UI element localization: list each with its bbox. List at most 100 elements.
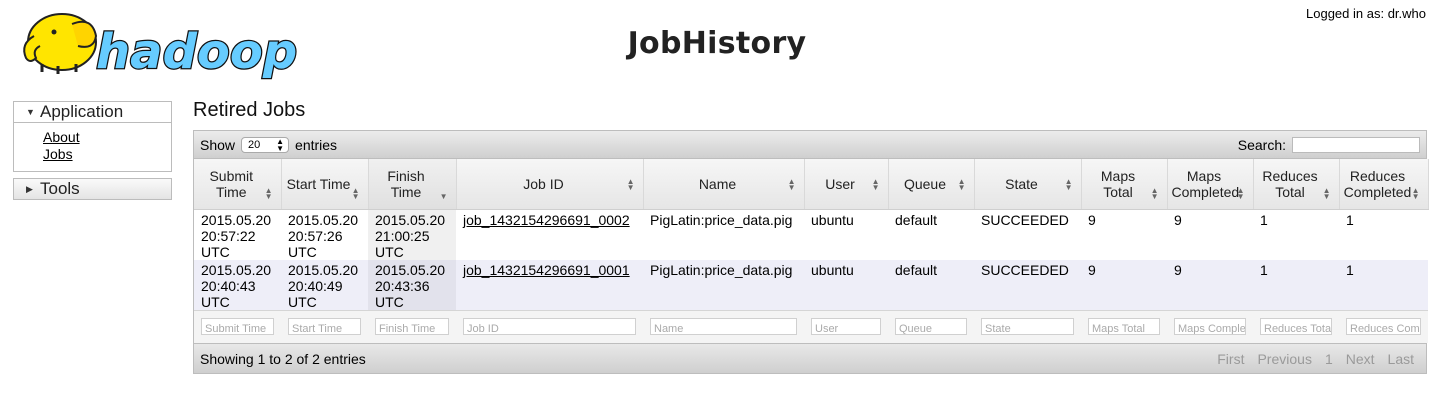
filter-name-input[interactable]: Name [650,317,797,335]
table-header-row: Submit Time ▲ ▼ Start Time ▲ ▼ Finish Time ▼ … [194,159,1429,210]
nav-head-application[interactable]: ▼ Application [14,102,171,122]
pager-next-button[interactable]: Next [1346,351,1375,367]
show-label: Show [200,136,236,153]
filter-maps-total-input[interactable]: Maps Total [1088,317,1160,335]
cell-maps-total: 9 [1081,209,1167,260]
job-id-link[interactable]: job_1432154296691_0001 [463,262,630,278]
filter-start-time-input[interactable]: Start Time [288,317,361,335]
cell-finish-time: 2015.05.20 20:43:36 UTC [368,259,456,310]
cell-user: ubuntu [804,259,888,310]
entries-value: 20 [248,138,261,151]
triangle-down-icon: ▼ [26,107,35,117]
filter-cell: Reduces Tota [1253,309,1339,343]
grid-footer: Showing 1 to 2 of 2 entries First Previo… [194,343,1426,373]
pagination: First Previous 1 Next Last [1217,351,1420,367]
cell-queue: default [888,259,974,310]
filter-cell: Job ID [456,309,643,343]
col-queue[interactable]: Queue ▲ ▼ [888,159,975,210]
pager-page-button[interactable]: 1 [1325,351,1333,367]
filter-cell: Maps Total [1081,309,1167,343]
cell-start-time: 2015.05.20 20:57:26 UTC [281,209,368,260]
col-maps-completed[interactable]: Maps Completed ▲ ▼ [1167,159,1254,210]
filter-queue-input[interactable]: Queue [895,317,967,335]
cell-reduces-total: 1 [1253,209,1339,260]
cell-start-time: 2015.05.20 20:40:49 UTC [281,259,368,310]
cell-maps-completed: 9 [1167,259,1253,310]
col-reduces-completed[interactable]: Reduces Completed ▲ ▼ [1339,159,1429,210]
footer-info: Showing 1 to 2 of 2 entries [200,350,366,367]
cell-reduces-total: 1 [1253,259,1339,310]
col-user[interactable]: User ▲ ▼ [804,159,889,210]
sort-icon: ▲ ▼ [1236,185,1245,201]
sort-icon: ▲ ▼ [264,185,273,201]
filter-reduces-completed-input[interactable]: Reduces Com [1346,317,1421,335]
filter-job-id-input[interactable]: Job ID [463,317,636,335]
job-id-link[interactable]: job_1432154296691_0002 [463,212,630,228]
col-name[interactable]: Name ▲ ▼ [643,159,805,210]
cell-submit-time: 2015.05.20 20:40:43 UTC [194,259,281,310]
cell-name: PigLatin:price_data.pig [643,259,804,310]
col-finish-time[interactable]: Finish Time ▼ [368,159,457,210]
nav-section-application: ▼ Application About Jobs [13,101,172,172]
filter-cell: Submit Time [194,309,281,343]
filter-reduces-total-input[interactable]: Reduces Tota [1260,317,1332,335]
nav-head-tools[interactable]: ▶ Tools [14,179,171,199]
logged-in-status: Logged in as: dr.who [1306,6,1426,21]
col-job-id[interactable]: Job ID ▲ ▼ [456,159,644,210]
jobs-table: Submit Time ▲ ▼ Start Time ▲ ▼ Finish Time ▼ … [194,159,1429,343]
table-row: 2015.05.20 20:40:43 UTC 2015.05.20 20:40… [194,259,1428,310]
entries-select[interactable]: 20 ▲ ▼ [241,136,290,153]
sort-icon: ▲ ▼ [1411,185,1420,201]
col-start-time[interactable]: Start Time ▲ ▼ [281,159,369,210]
cell-maps-completed: 9 [1167,209,1253,260]
cell-user: ubuntu [804,209,888,260]
triangle-right-icon: ▶ [26,183,33,194]
filter-row: Submit Time Start Time Finish Time Job I… [194,309,1428,343]
filter-finish-time-input[interactable]: Finish Time [375,317,449,335]
filter-cell: Name [643,309,804,343]
filter-cell: Finish Time [368,309,456,343]
nav-link-about[interactable]: About [43,129,171,146]
cell-queue: default [888,209,974,260]
sort-icon: ▲ ▼ [787,176,796,192]
nav-head-label: Tools [40,179,80,198]
filter-cell: Queue [888,309,974,343]
cell-state: SUCCEEDED [974,209,1081,260]
col-submit-time[interactable]: Submit Time ▲ ▼ [194,159,282,210]
sort-icon: ▲ ▼ [1064,176,1073,192]
entries-label: entries [295,136,338,153]
filter-submit-time-input[interactable]: Submit Time [201,317,274,335]
sort-icon: ▲ ▼ [1322,185,1331,201]
search-input[interactable] [1292,136,1420,153]
sort-desc-icon: ▼ [439,191,448,201]
col-state[interactable]: State ▲ ▼ [974,159,1082,210]
cell-job-id: job_1432154296691_0001 [456,259,643,310]
table-row: 2015.05.20 20:57:22 UTC 2015.05.20 20:57… [194,209,1428,260]
pager-previous-button[interactable]: Previous [1257,351,1311,367]
cell-reduces-completed: 1 [1339,209,1428,260]
col-reduces-total[interactable]: Reduces Total ▲ ▼ [1253,159,1340,210]
pager-last-button[interactable]: Last [1388,351,1414,367]
filter-cell: Maps Comple [1167,309,1253,343]
sort-icon: ▲ ▼ [1150,185,1159,201]
sort-icon: ▲ ▼ [351,185,360,201]
nav-link-jobs[interactable]: Jobs [43,146,171,163]
page-title: JobHistory [627,26,807,61]
sort-icon: ▲ ▼ [626,176,635,192]
cell-state: SUCCEEDED [974,259,1081,310]
section-title: Retired Jobs [193,99,306,121]
filter-cell: State [974,309,1081,343]
pager-first-button[interactable]: First [1217,351,1244,367]
search-label: Search: [1237,136,1286,153]
jobs-grid: Show 20 ▲▼ entries Search: Submit Time [193,130,1429,374]
nav-head-label: Application [40,102,124,121]
sort-icon: ▲ ▼ [871,176,880,192]
sidebar-nav: ▼ Application About Jobs ▶ Tools [13,101,172,206]
cell-submit-time: 2015.05.20 20:57:22 UTC [194,209,281,260]
cell-reduces-completed: 1 [1339,259,1428,310]
filter-cell: Reduces Com [1339,309,1428,343]
filter-user-input[interactable]: User [811,317,881,335]
col-maps-total[interactable]: Maps Total ▲ ▼ [1081,159,1168,210]
filter-maps-completed-input[interactable]: Maps Comple [1174,317,1246,335]
filter-state-input[interactable]: State [981,317,1074,335]
